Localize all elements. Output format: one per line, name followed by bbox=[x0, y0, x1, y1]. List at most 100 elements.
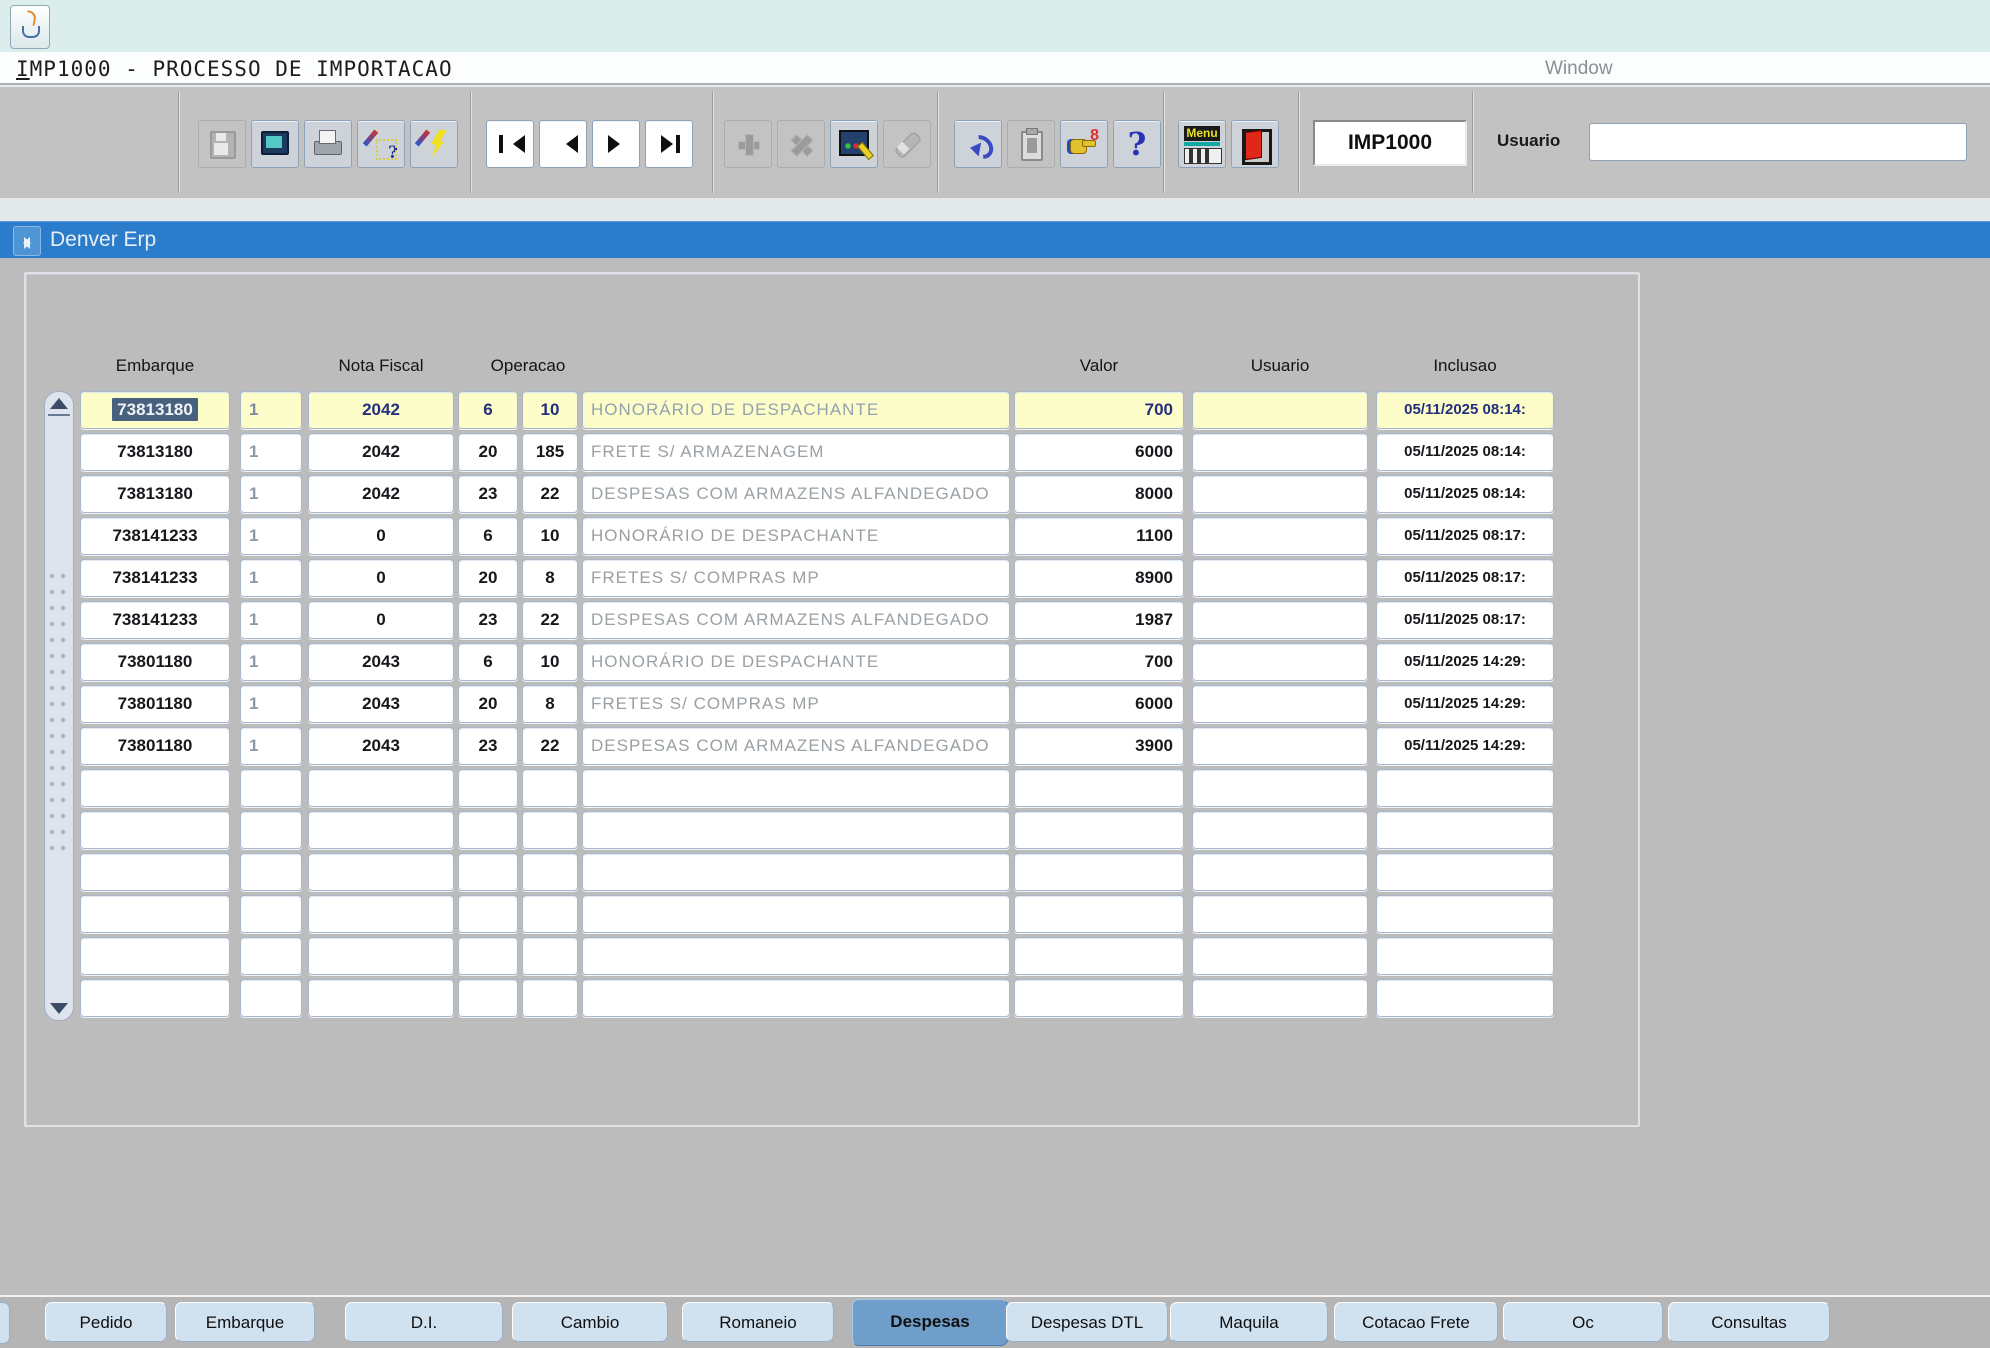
grid-cell-usuario[interactable] bbox=[1192, 811, 1368, 849]
grid-cell-nota-fiscal[interactable] bbox=[308, 853, 454, 891]
grid-cell-operacao[interactable] bbox=[458, 811, 518, 849]
grid-cell-operacao-item[interactable] bbox=[522, 979, 578, 1017]
grid-cell-nota-fiscal[interactable]: 2043 bbox=[308, 727, 454, 765]
grid-cell-seq[interactable] bbox=[240, 937, 302, 975]
grid-cell-usuario[interactable] bbox=[1192, 685, 1368, 723]
grid-cell-seq[interactable]: 1 bbox=[240, 391, 302, 429]
grid-cell-valor[interactable] bbox=[1014, 937, 1184, 975]
grid-cell-embarque[interactable]: 73801180 bbox=[80, 727, 230, 765]
grid-cell-nota-fiscal[interactable] bbox=[308, 937, 454, 975]
grid-cell-operacao[interactable]: 23 bbox=[458, 727, 518, 765]
grid-cell-operacao-item[interactable]: 22 bbox=[522, 727, 578, 765]
grid-cell-embarque[interactable] bbox=[80, 769, 230, 807]
grid-cell-operacao[interactable] bbox=[458, 937, 518, 975]
grid-cell-usuario[interactable] bbox=[1192, 853, 1368, 891]
grid-cell-seq[interactable]: 1 bbox=[240, 643, 302, 681]
grid-cell-operacao-item[interactable] bbox=[522, 895, 578, 933]
prev-record-button[interactable] bbox=[539, 120, 587, 168]
tab-maquila[interactable]: Maquila bbox=[1170, 1302, 1328, 1342]
grid-cell-seq[interactable]: 1 bbox=[240, 685, 302, 723]
grid-cell-embarque[interactable]: 738141233 bbox=[80, 601, 230, 639]
grid-cell-operacao[interactable]: 6 bbox=[458, 517, 518, 555]
tab-oc[interactable]: Oc bbox=[1503, 1302, 1663, 1342]
grid-cell-nota-fiscal[interactable] bbox=[308, 979, 454, 1017]
help-button[interactable]: ? bbox=[1113, 120, 1161, 168]
grid-cell-embarque[interactable] bbox=[80, 937, 230, 975]
grid-cell-seq[interactable] bbox=[240, 769, 302, 807]
grid-cell-valor[interactable]: 6000 bbox=[1014, 685, 1184, 723]
grid-cell-inclusao[interactable] bbox=[1376, 853, 1554, 891]
grid-cell-inclusao[interactable] bbox=[1376, 979, 1554, 1017]
grid-cell-nota-fiscal[interactable]: 2042 bbox=[308, 475, 454, 513]
print-button[interactable] bbox=[304, 120, 352, 168]
grid-cell-operacao-item[interactable]: 10 bbox=[522, 391, 578, 429]
grid-cell-seq[interactable] bbox=[240, 895, 302, 933]
grid-cell-descricao[interactable] bbox=[582, 937, 1010, 975]
grid-cell-inclusao[interactable]: 05/11/2025 14:29: bbox=[1376, 727, 1554, 765]
grid-cell-embarque[interactable] bbox=[80, 895, 230, 933]
grid-cell-descricao[interactable]: HONORÁRIO DE DESPACHANTE bbox=[582, 643, 1010, 681]
grid-cell-operacao[interactable] bbox=[458, 853, 518, 891]
grid-cell-operacao-item[interactable]: 10 bbox=[522, 643, 578, 681]
grid-cell-inclusao[interactable]: 05/11/2025 08:14: bbox=[1376, 391, 1554, 429]
grid-cell-usuario[interactable] bbox=[1192, 727, 1368, 765]
keys-button[interactable] bbox=[1060, 120, 1108, 168]
grid-cell-seq[interactable]: 1 bbox=[240, 475, 302, 513]
exit-button[interactable] bbox=[1231, 120, 1279, 168]
tab-pedido[interactable]: Pedido bbox=[45, 1302, 167, 1342]
tab-embarque[interactable]: Embarque bbox=[175, 1302, 315, 1342]
last-record-button[interactable] bbox=[645, 120, 693, 168]
grid-cell-descricao[interactable] bbox=[582, 895, 1010, 933]
grid-cell-operacao-item[interactable] bbox=[522, 769, 578, 807]
grid-cell-operacao[interactable] bbox=[458, 895, 518, 933]
grid-cell-valor[interactable]: 700 bbox=[1014, 391, 1184, 429]
grid-cell-inclusao[interactable]: 05/11/2025 08:14: bbox=[1376, 433, 1554, 471]
grid-cell-usuario[interactable] bbox=[1192, 601, 1368, 639]
grid-cell-operacao-item[interactable]: 185 bbox=[522, 433, 578, 471]
grid-cell-embarque[interactable]: 73801180 bbox=[80, 685, 230, 723]
grid-cell-nota-fiscal[interactable]: 0 bbox=[308, 601, 454, 639]
grid-cell-inclusao[interactable]: 05/11/2025 08:17: bbox=[1376, 601, 1554, 639]
tab-d-i-[interactable]: D.I. bbox=[345, 1302, 503, 1342]
grid-cell-valor[interactable]: 700 bbox=[1014, 643, 1184, 681]
grid-cell-descricao[interactable] bbox=[582, 769, 1010, 807]
grid-cell-descricao[interactable] bbox=[582, 811, 1010, 849]
grid-cell-descricao[interactable]: DESPESAS COM ARMAZENS ALFANDEGADO bbox=[582, 475, 1010, 513]
tab-despesas-dtl[interactable]: Despesas DTL bbox=[1006, 1302, 1168, 1342]
grid-cell-seq[interactable]: 1 bbox=[240, 433, 302, 471]
grid-cell-descricao[interactable] bbox=[582, 853, 1010, 891]
grid-cell-usuario[interactable] bbox=[1192, 979, 1368, 1017]
tab-cotacao-frete[interactable]: Cotacao Frete bbox=[1334, 1302, 1498, 1342]
tab-romaneio[interactable]: Romaneio bbox=[682, 1302, 834, 1342]
grid-cell-valor[interactable]: 1100 bbox=[1014, 517, 1184, 555]
java-coffee-icon[interactable] bbox=[10, 5, 50, 49]
grid-cell-usuario[interactable] bbox=[1192, 895, 1368, 933]
grid-cell-valor[interactable]: 3900 bbox=[1014, 727, 1184, 765]
grid-cell-embarque[interactable]: 73801180 bbox=[80, 643, 230, 681]
grid-cell-embarque[interactable] bbox=[80, 811, 230, 849]
grid-cell-operacao[interactable]: 23 bbox=[458, 475, 518, 513]
grid-cell-operacao-item[interactable] bbox=[522, 811, 578, 849]
grid-cell-inclusao[interactable]: 05/11/2025 14:29: bbox=[1376, 685, 1554, 723]
grid-cell-operacao[interactable] bbox=[458, 769, 518, 807]
grid-cell-valor[interactable] bbox=[1014, 979, 1184, 1017]
grid-cell-descricao[interactable]: HONORÁRIO DE DESPACHANTE bbox=[582, 517, 1010, 555]
grid-cell-descricao[interactable]: DESPESAS COM ARMAZENS ALFANDEGADO bbox=[582, 727, 1010, 765]
grid-cell-valor[interactable] bbox=[1014, 811, 1184, 849]
grid-cell-seq[interactable]: 1 bbox=[240, 601, 302, 639]
first-record-button[interactable] bbox=[486, 120, 534, 168]
lov-button[interactable] bbox=[830, 120, 878, 168]
grid-cell-operacao-item[interactable]: 10 bbox=[522, 517, 578, 555]
grid-cell-seq[interactable] bbox=[240, 979, 302, 1017]
grid-cell-operacao[interactable]: 6 bbox=[458, 643, 518, 681]
grid-cell-operacao-item[interactable]: 22 bbox=[522, 601, 578, 639]
grid-cell-seq[interactable] bbox=[240, 811, 302, 849]
grid-cell-inclusao[interactable]: 05/11/2025 08:17: bbox=[1376, 517, 1554, 555]
grid-cell-inclusao[interactable]: 05/11/2025 08:17: bbox=[1376, 559, 1554, 597]
grid-cell-valor[interactable]: 1987 bbox=[1014, 601, 1184, 639]
grid-cell-usuario[interactable] bbox=[1192, 517, 1368, 555]
tab-cambio[interactable]: Cambio bbox=[512, 1302, 668, 1342]
grid-cell-operacao-item[interactable]: 8 bbox=[522, 685, 578, 723]
next-record-button[interactable] bbox=[592, 120, 640, 168]
grid-cell-descricao[interactable]: HONORÁRIO DE DESPACHANTE bbox=[582, 391, 1010, 429]
